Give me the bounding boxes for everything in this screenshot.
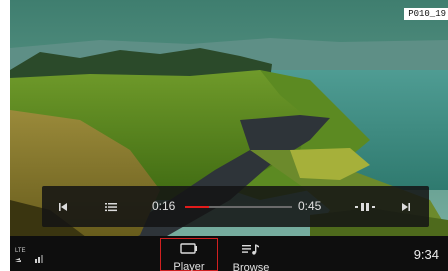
- network-type-label: LTE: [15, 248, 26, 254]
- video-frame: [10, 0, 448, 271]
- bottom-status-bar: LTE Player Browse 9:34: [10, 236, 448, 271]
- car-screen-icon: [180, 243, 197, 254]
- pause-icon: [355, 202, 375, 211]
- signal-strength-icon: [15, 255, 43, 263]
- app-frame: P010_19 0:16 0:45 LTE Player Browse 9:34: [0, 0, 448, 271]
- playlist-icon: [105, 202, 117, 211]
- network-signal: LTE: [15, 248, 49, 263]
- previous-track-button[interactable]: [52, 186, 74, 227]
- skip-previous-icon: [59, 202, 67, 211]
- next-track-button[interactable]: [395, 186, 417, 227]
- playlist-button[interactable]: [100, 186, 122, 227]
- frame-id-label: P010_19: [404, 8, 448, 20]
- media-screen: P010_19 0:16 0:45 LTE Player Browse 9:34: [10, 0, 448, 271]
- tab-browse-label: Browse: [232, 262, 270, 271]
- pause-button[interactable]: [352, 186, 378, 227]
- progress-track[interactable]: [185, 206, 292, 208]
- tab-player[interactable]: Player: [160, 238, 218, 271]
- skip-next-icon: [402, 202, 410, 211]
- tab-browse[interactable]: Browse: [227, 239, 275, 271]
- progress-fill: [185, 206, 209, 208]
- music-list-icon: [242, 244, 259, 255]
- tab-player-label: Player: [173, 261, 205, 271]
- elapsed-time: 0:16: [152, 199, 176, 213]
- clock: 9:34: [413, 247, 439, 262]
- duration-time: 0:45: [298, 199, 322, 213]
- playback-control-bar: 0:16 0:45: [42, 186, 429, 227]
